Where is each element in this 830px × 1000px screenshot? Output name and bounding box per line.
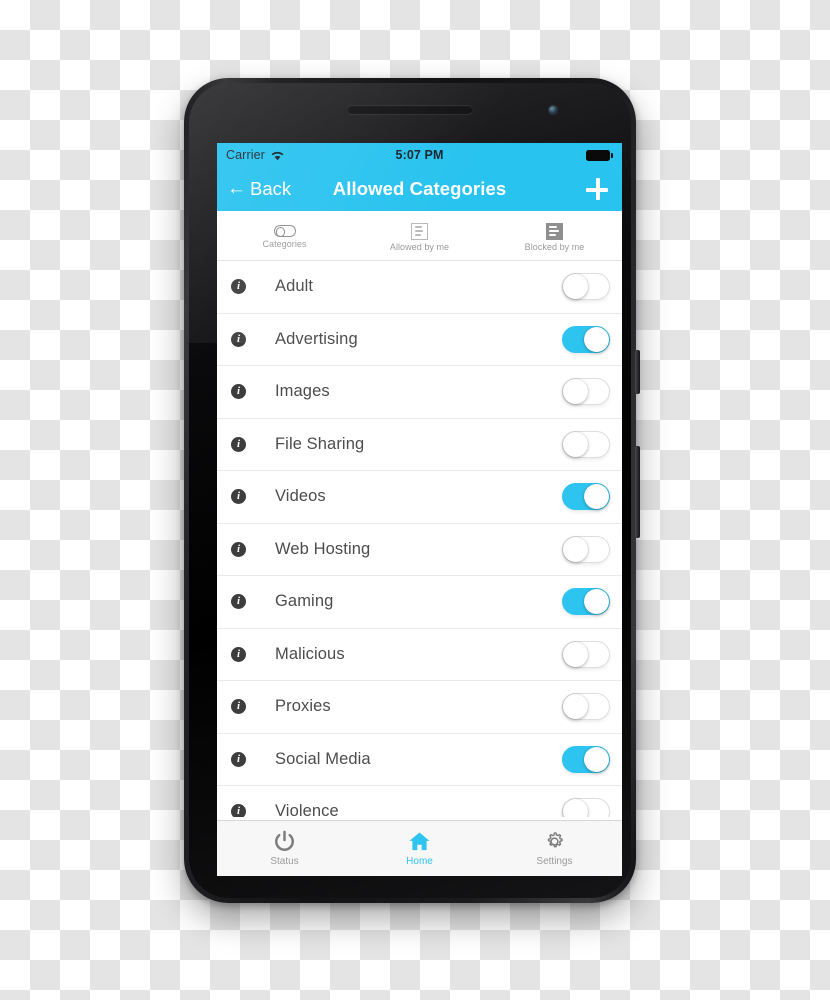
category-row[interactable]: i Images xyxy=(217,366,622,419)
tab-blocked-by-me-label: Blocked by me xyxy=(524,241,585,252)
toggle-knob xyxy=(563,379,588,405)
info-icon[interactable]: i xyxy=(231,699,246,715)
tab-blocked-by-me[interactable]: Blocked by me xyxy=(487,211,622,260)
category-label: Social Media xyxy=(275,749,371,768)
category-label: Violence xyxy=(275,802,339,817)
toggle-knob xyxy=(563,274,588,300)
phone-device: Carrier 5:07 PM ← Back Allowed Categorie… xyxy=(184,78,640,903)
toggle-knob xyxy=(563,431,588,457)
category-row[interactable]: i Advertising xyxy=(217,313,622,366)
info-icon[interactable]: i xyxy=(231,594,246,610)
list-outline-icon xyxy=(411,222,428,240)
add-icon[interactable] xyxy=(582,174,612,204)
category-row[interactable]: i Proxies xyxy=(217,681,622,734)
tab-categories[interactable]: Categories xyxy=(217,211,352,260)
info-icon[interactable]: i xyxy=(231,646,246,662)
category-row[interactable]: i Social Media xyxy=(217,733,622,786)
navigation-bar: ← Back Allowed Categories xyxy=(217,167,622,211)
category-label: Advertising xyxy=(275,329,358,348)
tabbar-label-status: Status xyxy=(270,856,299,867)
info-icon[interactable]: i xyxy=(231,541,246,557)
tabbar-label-settings: Settings xyxy=(536,856,573,867)
carrier-group: Carrier xyxy=(226,148,285,162)
category-row[interactable]: i File Sharing xyxy=(217,418,622,471)
list-filled-icon xyxy=(546,222,563,240)
info-icon[interactable]: i xyxy=(231,489,246,505)
category-row[interactable]: i Videos xyxy=(217,471,622,524)
tab-categories-label: Categories xyxy=(262,239,307,249)
toggle-knob xyxy=(584,746,609,772)
category-label: Images xyxy=(275,382,330,401)
toggle-knob xyxy=(563,536,588,562)
phone-screen: Carrier 5:07 PM ← Back Allowed Categorie… xyxy=(217,143,622,876)
category-label: Adult xyxy=(275,277,314,296)
carrier-label: Carrier xyxy=(226,148,265,162)
toggle-knob xyxy=(584,589,609,615)
info-icon[interactable]: i xyxy=(231,384,246,400)
toggle-icon xyxy=(273,225,296,237)
battery-full-icon xyxy=(586,149,613,161)
segmented-tab-bar: Categories Allowed by me Blocked by me xyxy=(217,211,622,261)
category-list[interactable]: i Adult i Advertising i Images i File Sharing i V… xyxy=(217,261,622,817)
category-row[interactable]: i Malicious xyxy=(217,628,622,681)
tab-allowed-by-me-label: Allowed by me xyxy=(389,241,450,252)
category-toggle[interactable] xyxy=(562,640,610,668)
tabbar-item-settings[interactable]: Settings xyxy=(487,821,622,876)
toggle-knob xyxy=(584,326,609,352)
category-toggle[interactable] xyxy=(562,483,610,511)
category-row[interactable]: i Violence xyxy=(217,786,622,817)
toggle-knob xyxy=(563,694,588,720)
category-toggle[interactable] xyxy=(562,325,610,353)
power-button[interactable] xyxy=(635,350,640,394)
category-toggle[interactable] xyxy=(562,693,610,721)
category-row[interactable]: i Adult xyxy=(217,261,622,314)
category-label: Gaming xyxy=(275,592,334,611)
tab-allowed-by-me[interactable]: Allowed by me xyxy=(352,211,487,260)
category-toggle[interactable] xyxy=(562,273,610,301)
status-bar: Carrier 5:07 PM xyxy=(217,143,622,167)
category-row[interactable]: i Gaming xyxy=(217,576,622,629)
toggle-knob xyxy=(563,799,588,817)
front-camera-icon xyxy=(549,106,557,114)
wifi-icon xyxy=(271,151,284,160)
category-toggle[interactable] xyxy=(562,378,610,406)
back-button-label: Back xyxy=(250,178,292,199)
category-toggle[interactable] xyxy=(562,535,610,563)
category-toggle[interactable] xyxy=(562,588,610,616)
category-label: Web Hosting xyxy=(275,539,371,558)
category-toggle[interactable] xyxy=(562,798,610,817)
category-label: Videos xyxy=(275,487,326,506)
info-icon[interactable]: i xyxy=(231,279,246,295)
home-icon xyxy=(409,832,430,851)
phone-bezel: Carrier 5:07 PM ← Back Allowed Categorie… xyxy=(189,83,631,898)
toggle-knob xyxy=(563,641,588,667)
category-row[interactable]: i Web Hosting xyxy=(217,523,622,576)
tabbar-label-home: Home xyxy=(406,856,433,867)
back-arrow-icon: ← xyxy=(227,178,246,199)
category-toggle[interactable] xyxy=(562,745,610,773)
earpiece-speaker-icon xyxy=(347,105,473,114)
power-icon xyxy=(275,830,294,851)
bottom-tab-bar: Status Home Settings xyxy=(217,820,622,876)
info-icon[interactable]: i xyxy=(231,436,246,452)
category-toggle[interactable] xyxy=(562,430,610,458)
info-icon[interactable]: i xyxy=(231,331,246,347)
category-label: Malicious xyxy=(275,644,345,663)
tabbar-item-status[interactable]: Status xyxy=(217,821,352,876)
category-label: Proxies xyxy=(275,697,331,716)
toggle-knob xyxy=(584,484,609,510)
volume-button[interactable] xyxy=(635,446,640,538)
info-icon[interactable]: i xyxy=(231,751,246,767)
info-icon[interactable]: i xyxy=(231,804,246,817)
gear-icon xyxy=(547,832,563,848)
category-label: File Sharing xyxy=(275,434,365,453)
back-button[interactable]: ← Back xyxy=(227,178,291,200)
tabbar-item-home[interactable]: Home xyxy=(352,821,487,876)
